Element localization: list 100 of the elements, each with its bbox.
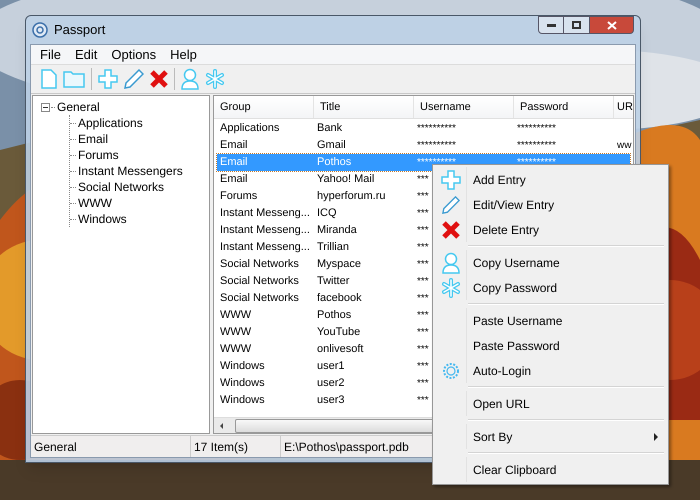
table-cell-text: ***	[416, 292, 429, 306]
menu-entry[interactable]: Delete Entry	[435, 217, 666, 242]
table-cell-text: Social Networks	[219, 291, 300, 306]
table-cell-text: Email	[219, 138, 249, 154]
table-cell-text: **********	[416, 122, 457, 136]
plus-icon[interactable]	[98, 69, 118, 89]
tree-item[interactable]: Social Networks	[78, 178, 164, 196]
status-text: General	[31, 436, 191, 457]
table-cell-text: ICQ	[316, 206, 338, 222]
column-header[interactable]: UR	[614, 96, 633, 118]
new-file-icon[interactable]	[41, 69, 57, 89]
table-cell-text: Yahoo! Mail	[316, 172, 376, 188]
table-cell-text: **********	[516, 156, 557, 170]
person-icon	[442, 252, 460, 274]
menu-entry[interactable]: Paste Password	[435, 333, 666, 358]
tree-item[interactable]: Email	[78, 130, 108, 148]
column-header[interactable]: Username	[414, 96, 514, 118]
table-cell-text: ***	[416, 394, 429, 408]
menu-entry[interactable]: Auto-Login	[435, 358, 666, 383]
table-cell-text: Miranda	[316, 223, 358, 238]
table-cell-text: user1	[316, 359, 346, 374]
menu-entry[interactable]: Copy Username	[435, 250, 666, 275]
pencil-icon	[442, 196, 460, 214]
table-cell-text: ***	[416, 258, 429, 272]
table-cell-text: ***	[416, 360, 429, 374]
tree-item[interactable]: General	[57, 98, 100, 116]
table-cell-text: ***	[416, 326, 429, 340]
tree-item[interactable]: Windows	[78, 210, 127, 228]
menu-item[interactable]: File	[33, 44, 68, 64]
table-cell-text: Myspace	[316, 257, 362, 272]
table-cell-text: ***	[416, 275, 429, 289]
menu-item[interactable]: Edit	[68, 44, 104, 64]
table-cell-text: ww	[616, 139, 632, 153]
table-cell-text: Forums	[219, 189, 258, 204]
table-cell-text: facebook	[316, 291, 363, 306]
menu-entry[interactable]: Copy Password	[435, 275, 666, 300]
table-row[interactable]: Applications Bank ********** **********	[217, 120, 630, 137]
close-button[interactable]	[590, 16, 634, 34]
pencil-icon[interactable]	[124, 69, 144, 89]
table-cell-text: Applications	[219, 121, 280, 136]
table-cell-text: onlivesoft	[316, 342, 364, 358]
app-icon	[32, 22, 48, 38]
table-cell-text: ***	[416, 173, 429, 187]
table-cell-text: ***	[416, 207, 429, 221]
table-cell-text: Twitter	[316, 274, 350, 290]
table-cell-text: Pothos	[316, 155, 352, 170]
tree-item[interactable]: Forums	[78, 146, 119, 164]
minus-icon	[43, 106, 48, 108]
column-header[interactable]: Group	[214, 96, 314, 118]
menu-entry[interactable]: Sort By	[435, 424, 666, 449]
tree-item[interactable]: Applications	[78, 114, 143, 132]
table-cell-text: ***	[416, 190, 429, 204]
table-cell-text: Instant Messeng...	[219, 240, 311, 256]
collapse-toggle[interactable]	[41, 102, 50, 112]
table-row[interactable]: Email Gmail ********** ********** ww	[217, 137, 630, 154]
minimize-icon	[546, 24, 556, 26]
table-cell-text: Email	[219, 155, 249, 170]
column-header[interactable]: Password	[514, 96, 614, 118]
table-cell-text: hyperforum.ru	[316, 189, 386, 204]
menu-entry[interactable]: Edit/View Entry	[435, 192, 666, 217]
table-cell-text: Social Networks	[219, 274, 300, 290]
window-title: Passport	[54, 21, 106, 40]
folder-icon[interactable]	[63, 70, 85, 88]
table-cell-text: **********	[416, 156, 457, 170]
status-text: 17 Item(s)	[191, 436, 281, 457]
minimize-button[interactable]	[538, 16, 564, 34]
table-cell-text: Instant Messeng...	[219, 223, 311, 238]
table-cell-text: WWW	[219, 308, 252, 324]
table-cell-text: user2	[316, 376, 346, 392]
menu-item[interactable]: Help	[163, 44, 204, 64]
delete-icon[interactable]	[150, 70, 168, 88]
table-cell-text: ***	[416, 241, 429, 255]
person-icon[interactable]	[181, 68, 199, 90]
table-cell-text: WWW	[219, 325, 252, 340]
menu-entry[interactable]: Clear Clipboard	[435, 457, 666, 482]
table-cell-text: ***	[416, 343, 429, 357]
table-cell-text: Social Networks	[219, 257, 300, 272]
tree-item[interactable]: WWW	[78, 194, 112, 212]
table-cell-text: Pothos	[316, 308, 352, 324]
table-cell-text: Windows	[219, 393, 266, 408]
menu-entry[interactable]: Open URL	[435, 391, 666, 416]
menu-item[interactable]: Options	[104, 44, 164, 64]
table-cell-text: Gmail	[316, 138, 347, 154]
menu-entry[interactable]: Paste Username	[435, 308, 666, 333]
table-cell-text: **********	[416, 139, 457, 153]
table-cell-text: Instant Messeng...	[219, 206, 311, 222]
gear-icon	[442, 362, 460, 380]
column-header[interactable]: Title	[314, 96, 414, 118]
tree-item[interactable]: Instant Messengers	[78, 162, 183, 180]
table-cell-text: user3	[316, 393, 346, 408]
delete-icon	[442, 220, 460, 238]
table-cell-text: ***	[416, 377, 429, 391]
table-cell-text: **********	[516, 139, 557, 153]
plus-icon	[440, 170, 460, 190]
asterisk-icon[interactable]	[205, 69, 225, 89]
table-cell-text: WWW	[219, 342, 252, 358]
table-cell-text: Windows	[219, 359, 266, 374]
table-cell-text: ***	[416, 224, 429, 238]
table-cell-text: YouTube	[316, 325, 362, 340]
maximize-button[interactable]	[564, 16, 590, 34]
